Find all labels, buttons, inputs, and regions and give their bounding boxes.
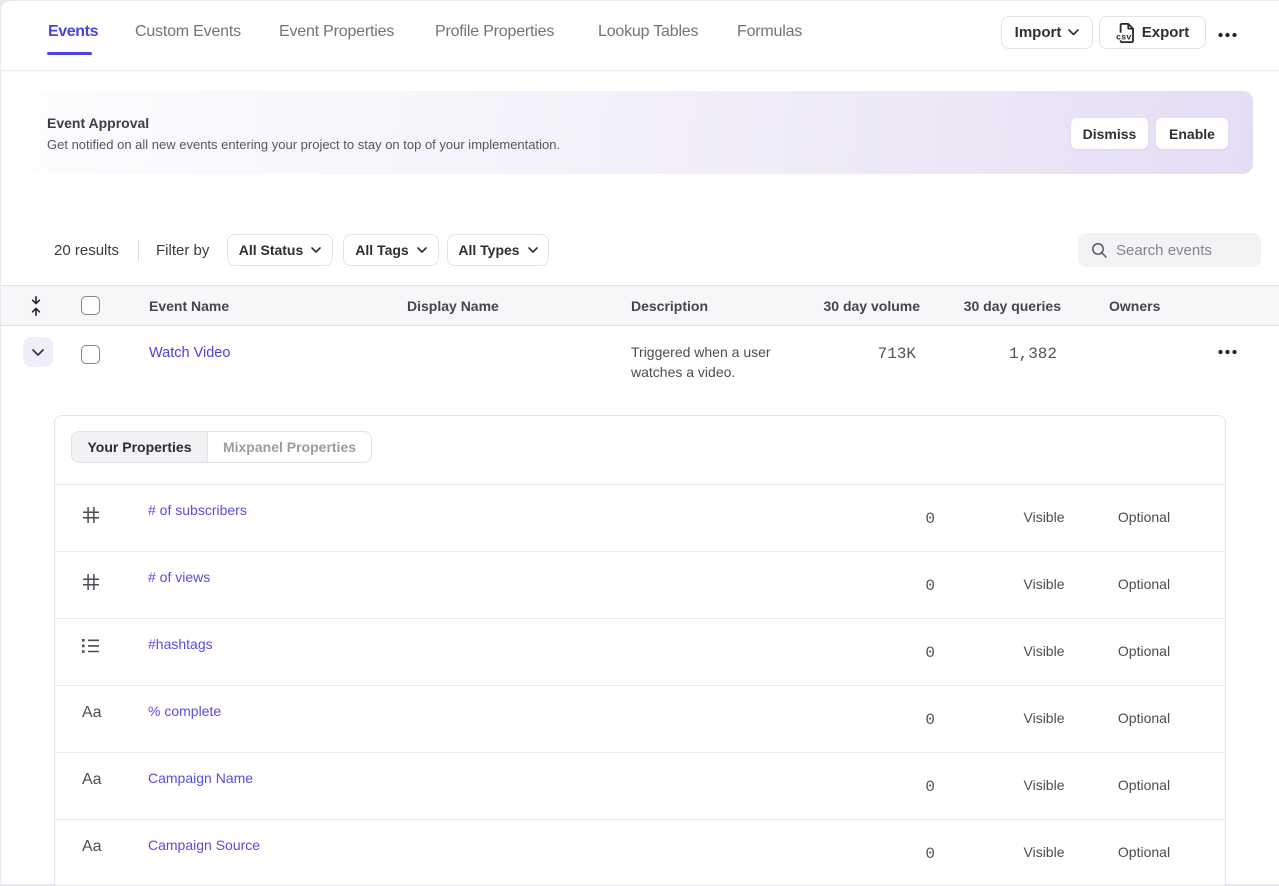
svg-text:csv: csv [1116, 32, 1131, 42]
